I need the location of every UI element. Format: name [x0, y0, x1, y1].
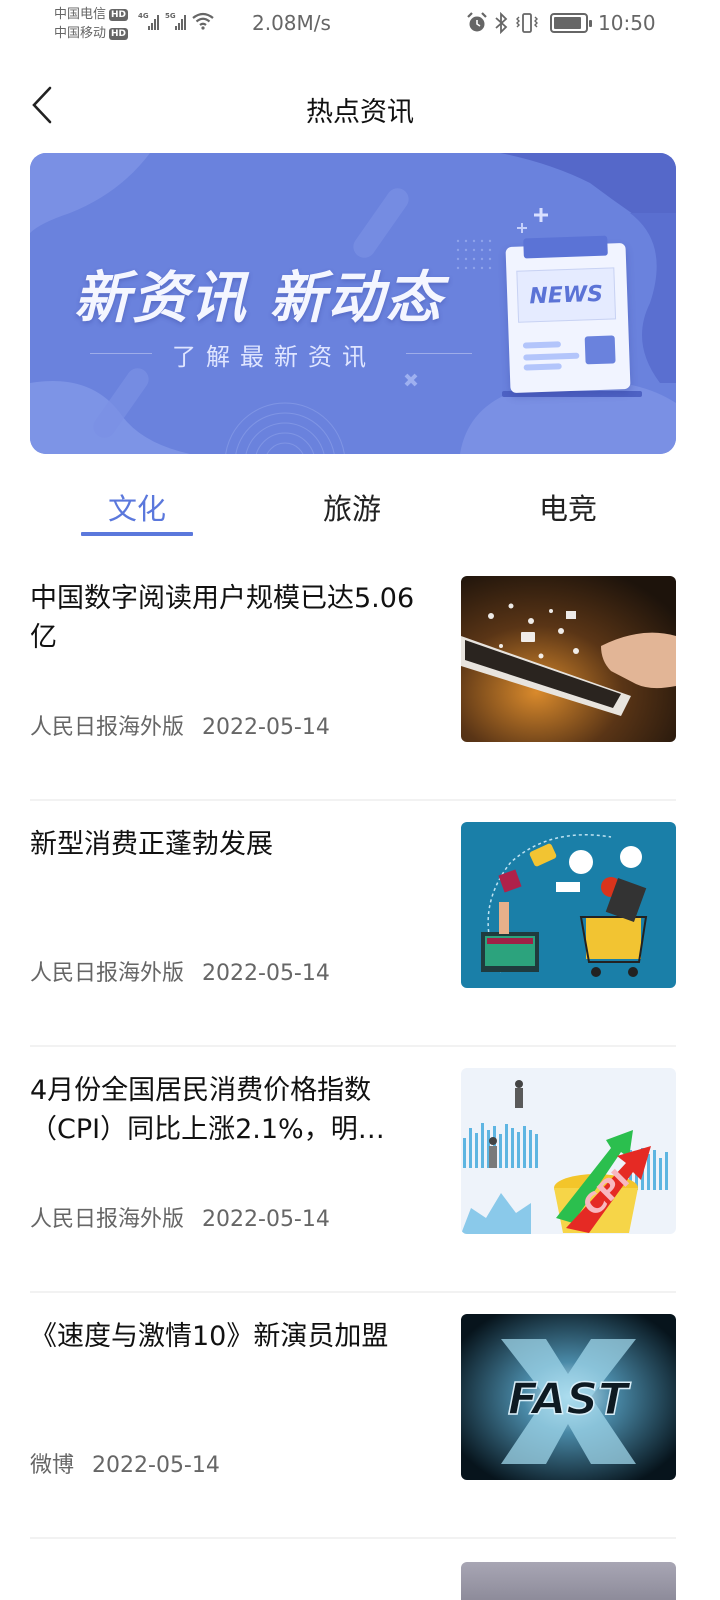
- divider: [406, 353, 472, 354]
- news-source: 微博: [30, 1453, 75, 1478]
- news-date: 2022-05-14: [202, 961, 330, 986]
- news-source: 人民日报海外版: [30, 961, 185, 986]
- news-meta: 人民日报海外版 2022-05-14: [30, 709, 330, 741]
- network-type-1: 4G: [138, 12, 149, 20]
- news-thumbnail[interactable]: CPI: [461, 1068, 676, 1234]
- wifi-icon: [192, 12, 214, 30]
- news-item[interactable]: 新型消费正蓬勃发展 人民日报海外版 2022-05-14: [30, 801, 676, 1047]
- network-type-2: 5G: [165, 12, 176, 20]
- cpi-chart-image: CPI: [461, 1068, 676, 1234]
- news-meta: 人民日报海外版 2022-05-14: [30, 1201, 330, 1233]
- newspaper-illustration: NEWS: [505, 235, 631, 394]
- news-badge: NEWS: [529, 281, 604, 309]
- news-thumbnail-partial[interactable]: [461, 1562, 676, 1600]
- news-date: 2022-05-14: [92, 1453, 220, 1478]
- status-bar: 中国电信 HD 中国移动 HD 4G 5G 2.08M/s 10:50: [0, 0, 720, 50]
- bluetooth-icon: [495, 12, 508, 34]
- news-title: 新型消费正蓬勃发展: [30, 829, 273, 860]
- news-item[interactable]: 《速度与激情10》新演员加盟 微博 2022-05-14 FAST: [30, 1293, 676, 1539]
- news-thumbnail[interactable]: FAST: [461, 1314, 676, 1480]
- news-meta: 微博 2022-05-14: [30, 1447, 220, 1479]
- tab-esports[interactable]: 电竞: [512, 486, 624, 528]
- carrier-1: 中国电信: [54, 7, 107, 22]
- clock-time: 10:50: [598, 11, 656, 35]
- divider: [90, 353, 152, 354]
- hd-badge: HD: [109, 8, 129, 21]
- news-meta: 人民日报海外版 2022-05-14: [30, 955, 330, 987]
- ecommerce-cart-image: [461, 822, 676, 988]
- signal-5g-icon: 5G: [165, 12, 186, 30]
- poster-title: FAST: [508, 1374, 631, 1425]
- decor-square: [584, 335, 616, 365]
- battery-icon: [550, 13, 592, 33]
- news-source: 人民日报海外版: [30, 1207, 185, 1232]
- page-title: 热点资讯: [306, 97, 414, 128]
- fast-x-poster-image: FAST: [461, 1314, 676, 1480]
- news-list: 中国数字阅读用户规模已达5.06亿 人民日报海外版 2022-05-14 新型消费…: [30, 555, 676, 1539]
- news-title: 《速度与激情10》新演员加盟: [30, 1321, 389, 1352]
- tab-active-indicator: [81, 532, 193, 536]
- tablet-hand-image: [461, 576, 676, 742]
- page-header: 热点资讯: [0, 70, 720, 140]
- promo-banner[interactable]: 新资讯 新动态 了解最新资讯 NEWS: [30, 153, 676, 454]
- tab-culture[interactable]: 文化: [81, 486, 193, 528]
- tab-travel[interactable]: 旅游: [296, 486, 408, 528]
- hd-badge: HD: [109, 27, 129, 40]
- banner-headline: 新资讯 新动态: [74, 266, 444, 331]
- news-source: 人民日报海外版: [30, 715, 185, 740]
- news-title: 中国数字阅读用户规模已达5.06亿: [30, 583, 415, 653]
- news-thumbnail[interactable]: [461, 822, 676, 988]
- category-tabs: 文化 旅游 电竞: [30, 472, 680, 542]
- alarm-icon: [467, 12, 487, 32]
- carrier-info: 中国电信 HD 中国移动 HD: [54, 5, 129, 43]
- news-item[interactable]: 4月份全国居民消费价格指数（CPI）同比上涨2.1%，明… 人民日报海外版 202…: [30, 1047, 676, 1293]
- news-date: 2022-05-14: [202, 715, 330, 740]
- vibrate-icon: [516, 13, 538, 33]
- news-date: 2022-05-14: [202, 1207, 330, 1232]
- decor-line: [523, 352, 580, 361]
- decor-line: [522, 341, 562, 349]
- news-item[interactable]: 中国数字阅读用户规模已达5.06亿 人民日报海外版 2022-05-14: [30, 555, 676, 801]
- carrier-2: 中国移动: [54, 26, 107, 41]
- decor-line: [523, 363, 562, 371]
- clipboard-clip: [523, 235, 608, 259]
- signal-4g-icon: 4G: [138, 12, 159, 30]
- news-thumbnail[interactable]: [461, 576, 676, 742]
- news-title: 4月份全国居民消费价格指数（CPI）同比上涨2.1%，明…: [30, 1075, 385, 1145]
- banner-subtitle: 了解最新资讯: [172, 343, 376, 371]
- network-speed: 2.08M/s: [252, 11, 331, 35]
